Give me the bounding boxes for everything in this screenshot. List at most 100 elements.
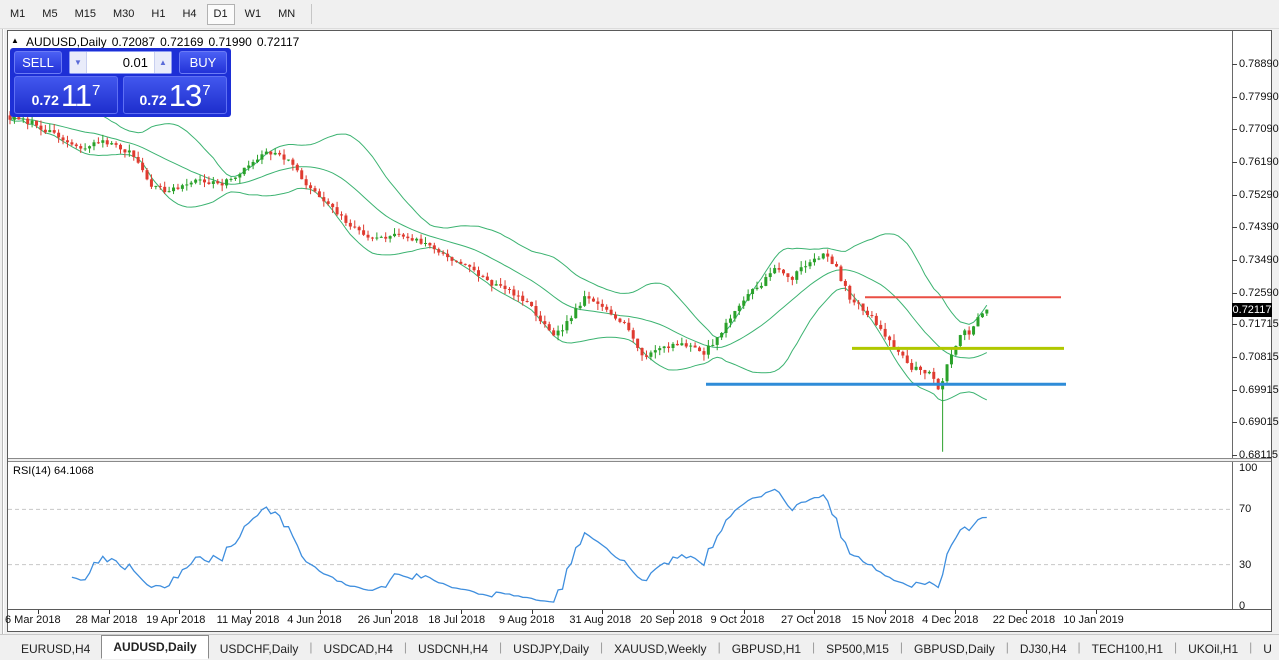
chart-title: AUDUSD,Daily 0.72087 0.72169 0.71990 0.72117 xyxy=(26,35,304,49)
time-axis[interactable]: 6 Mar 2018 28 Mar 2018 19 Apr 2018 11 May 2… xyxy=(5,609,1271,630)
candle-body xyxy=(839,266,843,281)
candle-body xyxy=(782,269,785,274)
candle-body xyxy=(600,303,604,307)
candle-body xyxy=(260,154,264,160)
price-chart-canvas[interactable] xyxy=(8,31,1232,609)
candle-body xyxy=(530,301,534,307)
candle-body xyxy=(755,287,759,290)
candle-body xyxy=(291,159,295,165)
buy-button[interactable]: BUY xyxy=(179,51,227,74)
time-axis-label: 4 Jun 2018 xyxy=(287,614,342,626)
price-tick xyxy=(1232,161,1237,163)
timeframe-h4-button[interactable]: H4 xyxy=(175,4,203,25)
candle-body xyxy=(516,295,520,297)
candle-body xyxy=(534,306,538,316)
candle-body xyxy=(136,156,140,163)
time-axis-label: 9 Aug 2018 xyxy=(498,614,555,626)
candle-body xyxy=(357,227,361,231)
candle-body xyxy=(711,344,715,346)
candle-body xyxy=(538,315,542,322)
time-axis-label: 11 May 2018 xyxy=(216,614,280,626)
ask-price-prefix: 0.72 xyxy=(139,92,167,108)
candle-body xyxy=(565,321,569,331)
chart-tab-u[interactable]: U xyxy=(1252,638,1279,659)
candle-body xyxy=(384,236,388,239)
timeframe-d1-button[interactable]: D1 xyxy=(206,3,235,25)
chart-tab-usdchf-daily[interactable]: USDCHF,Daily xyxy=(209,638,310,659)
candle-body xyxy=(304,179,308,186)
price-tick xyxy=(1232,356,1237,358)
candle-body xyxy=(472,266,476,271)
candle-body xyxy=(547,324,551,331)
candle-body xyxy=(561,330,564,332)
chart-tab-gbpusd-h1[interactable]: GBPUSD,H1 xyxy=(721,638,812,659)
chart-tab-eurusd-h4[interactable]: EURUSD,H4 xyxy=(10,638,101,659)
chart-tab-usdcad-h4[interactable]: USDCAD,H4 xyxy=(313,638,404,659)
chart-tab-tech100-h1[interactable]: TECH100,H1 xyxy=(1081,638,1174,659)
candle-body xyxy=(980,313,984,318)
timeframe-m30-button[interactable]: M30 xyxy=(106,4,141,25)
candle-body xyxy=(273,152,277,155)
time-axis-label: 19 Apr 2018 xyxy=(146,614,206,626)
price-axis-label: 0.74390 xyxy=(1239,221,1279,234)
lot-increase-button[interactable]: ▲ xyxy=(154,52,171,73)
bid-price-main: 11 xyxy=(60,78,92,113)
candle-body xyxy=(370,237,374,239)
timeframe-m15-button[interactable]: M15 xyxy=(68,4,103,25)
time-axis-label: 28 Mar 2018 xyxy=(75,614,138,626)
candle-body xyxy=(446,253,450,258)
timeframe-bar: M1 M5 M15 M30 H1 H4 D1 W1 MN xyxy=(3,3,305,25)
chart-tab-gbpusd-daily[interactable]: GBPUSD,Daily xyxy=(903,638,1006,659)
timeframe-mn-button[interactable]: MN xyxy=(271,4,302,25)
timeframe-w1-button[interactable]: W1 xyxy=(238,4,269,25)
bid-price-button[interactable]: 0.72 11 7 xyxy=(14,76,118,114)
bollinger-band-line xyxy=(9,117,988,359)
indicator-pane-divider[interactable] xyxy=(8,458,1271,462)
candle-body xyxy=(481,275,485,277)
candle-body xyxy=(74,144,78,147)
chart-tab-audusd-daily[interactable]: AUDUSD,Daily xyxy=(101,635,209,659)
timeframe-m1-button[interactable]: M1 xyxy=(3,4,32,25)
candle-body xyxy=(61,137,65,141)
price-tick xyxy=(1232,454,1237,456)
candle-body xyxy=(247,165,251,168)
timeframe-m5-button[interactable]: M5 xyxy=(35,4,64,25)
candle-body xyxy=(653,350,657,353)
chart-window[interactable]: ▲ AUDUSD,Daily 0.72087 0.72169 0.71990 0.721… xyxy=(5,30,1279,632)
candle-body xyxy=(123,149,127,153)
candle-body xyxy=(591,298,595,302)
chart-tab-xauusd-weekly[interactable]: XAUUSD,Weekly xyxy=(603,638,717,659)
rsi-axis-label: 30 xyxy=(1239,558,1252,571)
candle-body xyxy=(861,303,865,311)
candle-body xyxy=(888,336,892,341)
rsi-indicator-label: RSI(14) 64.1068 xyxy=(13,465,94,477)
ask-price-button[interactable]: 0.72 13 7 xyxy=(123,76,227,114)
candle-body xyxy=(512,289,516,296)
lot-decrease-button[interactable]: ▼ xyxy=(70,52,87,73)
candle-body xyxy=(870,315,874,317)
candle-body xyxy=(843,280,847,286)
candle-body xyxy=(631,330,635,339)
candle-body xyxy=(543,321,547,325)
chart-tab-dj30-h4[interactable]: DJ30,H4 xyxy=(1009,638,1078,659)
one-click-collapse-icon[interactable]: ▲ xyxy=(11,37,19,45)
ohlc-low: 0.71990 xyxy=(208,35,252,49)
chart-tab-usdcnh-h4[interactable]: USDCNH,H4 xyxy=(407,638,499,659)
price-axis-label: 0.75290 xyxy=(1239,188,1279,201)
candle-body xyxy=(79,146,83,149)
candle-body xyxy=(110,143,114,145)
candle-body xyxy=(379,236,383,238)
chart-tab-ukoil-h1[interactable]: UKOil,H1 xyxy=(1177,638,1249,659)
candle-body xyxy=(874,315,878,325)
candle-body xyxy=(852,299,856,303)
timeframe-h1-button[interactable]: H1 xyxy=(144,4,172,25)
chart-tab-usdjpy-daily[interactable]: USDJPY,Daily xyxy=(502,638,600,659)
candle-body xyxy=(583,296,587,306)
price-tick xyxy=(1232,129,1237,131)
candle-body xyxy=(976,317,980,327)
sell-button[interactable]: SELL xyxy=(14,51,62,74)
candle-body xyxy=(587,296,591,299)
chart-tab-sp500-m15[interactable]: SP500,M15 xyxy=(815,638,900,659)
candle-body xyxy=(905,355,909,363)
lot-size-value[interactable]: 0.01 xyxy=(87,52,154,73)
